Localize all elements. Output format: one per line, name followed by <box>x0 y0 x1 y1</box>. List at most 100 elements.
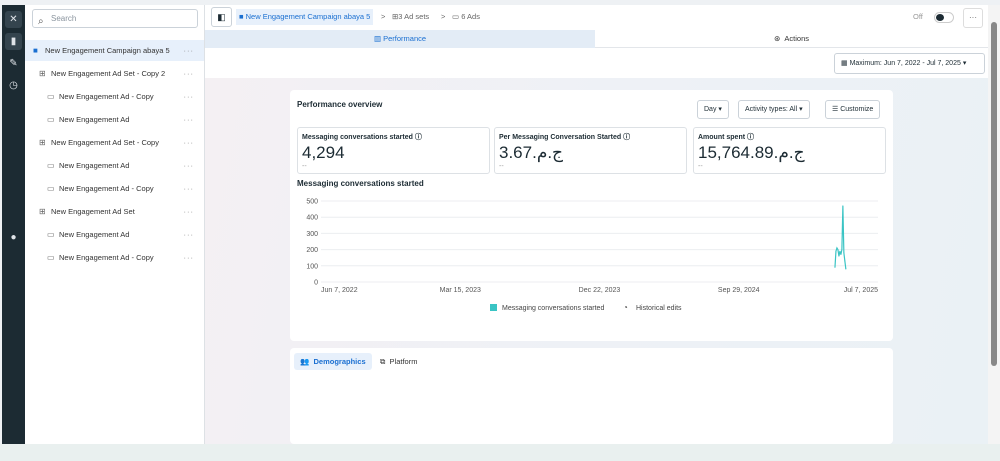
ad-icon: ▭ <box>47 92 55 101</box>
data-point <box>844 260 846 262</box>
main-panel: ◧ ■ New Engagement Campaign abaya 5 > ⊞3… <box>205 5 988 444</box>
data-point <box>837 249 839 251</box>
platform-icon: ⧉ <box>380 357 386 366</box>
info-icon: ⓘ <box>747 134 755 141</box>
adset-icon: ⊞ <box>39 69 46 78</box>
status-label: Off <box>913 12 923 21</box>
line-chart: 0 100 200 300 400 500 Jun 7, 2022 Mar 15, 2023 D… <box>306 199 878 313</box>
metric-card[interactable]: Messaging conversations started ⓘ 4,294 -- <box>297 127 490 174</box>
data-point <box>842 205 844 207</box>
info-icon: ⓘ <box>623 134 631 141</box>
adset-icon: ⊞ <box>39 138 46 147</box>
ad-icon: ▭ <box>47 253 55 262</box>
tree-item-adset[interactable]: ⊞ New Engagement Ad Set ··· <box>25 201 204 222</box>
tree-item-ad[interactable]: ▭ New Engagement Ad - Copy ··· <box>25 178 204 199</box>
data-point <box>839 250 841 252</box>
ad-icon: ▭ <box>47 115 55 124</box>
data-point <box>840 253 842 255</box>
ad-icon: ▭ <box>47 184 55 193</box>
more-options-button[interactable]: ··· <box>184 63 195 84</box>
metric-card[interactable]: Per Messaging Conversation Started ⓘ 3.67… <box>494 127 687 174</box>
y-tick-label: 400 <box>306 215 318 222</box>
chart-icon[interactable]: ▮ <box>5 33 22 50</box>
info-icon[interactable]: ● <box>5 229 22 246</box>
series-line <box>834 205 847 270</box>
historical-edits-icon: ◔ <box>623 303 628 312</box>
data-point <box>843 252 845 254</box>
tree-item-ad[interactable]: ▭ New Engagement Ad ··· <box>25 155 204 176</box>
breadcrumb-campaign[interactable]: ■ New Engagement Campaign abaya 5 <box>236 9 374 25</box>
y-tick-label: 200 <box>306 247 318 254</box>
tree-item-ad[interactable]: ▭ New Engagement Ad ··· <box>25 109 204 130</box>
bottom-bar <box>0 444 1000 461</box>
legend-label: Historical edits <box>636 305 682 312</box>
more-options-button[interactable]: ··· <box>184 86 195 107</box>
tab-platform[interactable]: ⧉ Platform <box>380 353 417 370</box>
data-point <box>835 250 837 252</box>
toggle-sidebar-button[interactable]: ◧ <box>211 7 232 27</box>
data-point <box>841 249 843 251</box>
data-point <box>834 266 836 268</box>
tab-performance[interactable]: ▥ Performance <box>205 30 595 48</box>
people-icon: 👥 <box>300 357 310 366</box>
ad-icon: ▭ <box>47 230 55 239</box>
customize-icon: ☰ <box>832 106 839 113</box>
y-tick-label: 300 <box>306 231 318 238</box>
legend-label: Messaging conversations started <box>502 305 604 312</box>
x-tick-label: Dec 22, 2023 <box>579 287 621 294</box>
activity-types-dropdown[interactable]: Activity types: All ▾ <box>738 100 810 119</box>
tree-item-adset[interactable]: ⊞ New Engagement Ad Set - Copy ··· <box>25 132 204 153</box>
actions-icon: ⊛ <box>773 34 781 43</box>
tab-actions[interactable]: ⊛ Actions <box>595 30 988 48</box>
info-icon: ⓘ <box>414 134 422 141</box>
breadcrumb-separator: > <box>441 12 446 21</box>
data-point <box>836 247 838 249</box>
adset-icon: ⊞ <box>39 207 46 216</box>
day-dropdown[interactable]: Day ▾ <box>697 100 729 119</box>
calendar-icon: ▦ <box>841 60 848 67</box>
more-options-button[interactable]: ··· <box>184 109 195 130</box>
tab-demographics[interactable]: 👥 Demographics <box>294 353 372 370</box>
data-point <box>838 255 840 257</box>
ad-icon: ▭ <box>47 161 55 170</box>
metric-card[interactable]: Amount spent ⓘ 15,764.89.ج.م -- <box>693 127 886 174</box>
more-options-button[interactable]: ··· <box>184 247 195 268</box>
scrollbar[interactable] <box>988 5 1000 444</box>
data-point <box>845 268 847 270</box>
more-options-button[interactable]: ··· <box>184 178 195 199</box>
more-options-button[interactable]: ··· <box>184 132 195 153</box>
more-options-button[interactable]: ··· <box>184 155 195 176</box>
breadcrumb-ads[interactable]: ▭ 6 Ads <box>452 9 480 25</box>
search-icon: ⌕ <box>38 16 44 27</box>
tree-item-campaign[interactable]: ■ New Engagement Campaign abaya 5 ··· <box>25 40 204 61</box>
pencil-icon[interactable]: ✎ <box>5 55 22 72</box>
more-options-button[interactable]: ··· <box>184 40 195 61</box>
more-options-button[interactable]: ··· <box>184 201 195 222</box>
tree-item-ad[interactable]: ▭ New Engagement Ad - Copy ··· <box>25 247 204 268</box>
x-tick-label: Sep 29, 2024 <box>718 287 760 294</box>
icon-rail: ✕ ▮ ✎ ◷ ● <box>2 5 25 444</box>
close-icon[interactable]: ✕ <box>5 11 22 28</box>
y-tick-label: 100 <box>306 263 318 270</box>
campaign-toggle[interactable] <box>934 12 954 23</box>
y-tick-label: 500 <box>306 199 318 206</box>
clock-icon[interactable]: ◷ <box>5 77 22 94</box>
x-tick-label: Mar 15, 2023 <box>440 287 481 294</box>
legend-swatch <box>490 304 497 311</box>
search-input[interactable]: ⌕ Search <box>32 9 198 28</box>
chart-title: Messaging conversations started <box>297 179 424 188</box>
customize-button[interactable]: ☰ Customize <box>825 100 881 119</box>
tree-item-ad[interactable]: ▭ New Engagement Ad ··· <box>25 224 204 245</box>
folder-icon: ■ <box>33 46 38 55</box>
tree-item-adset[interactable]: ⊞ New Engagement Ad Set - Copy 2 ··· <box>25 63 204 84</box>
more-options-button[interactable]: ··· <box>963 8 983 28</box>
breadcrumb-adsets[interactable]: ⊞3 Ad sets <box>392 9 429 25</box>
date-range-picker[interactable]: ▦ Maximum: Jun 7, 2022 - Jul 7, 2025 ▾ <box>834 53 985 74</box>
x-tick-label: Jun 7, 2022 <box>321 287 358 294</box>
more-options-button[interactable]: ··· <box>184 224 195 245</box>
tree-item-ad[interactable]: ▭ New Engagement Ad - Copy ··· <box>25 86 204 107</box>
y-tick-label: 0 <box>314 280 318 287</box>
chevron-down-icon: ▾ <box>962 60 967 67</box>
campaign-tree-sidebar: ⌕ Search ■ New Engagement Campaign abaya 5… <box>25 5 205 444</box>
card-title: Performance overview <box>297 100 383 109</box>
